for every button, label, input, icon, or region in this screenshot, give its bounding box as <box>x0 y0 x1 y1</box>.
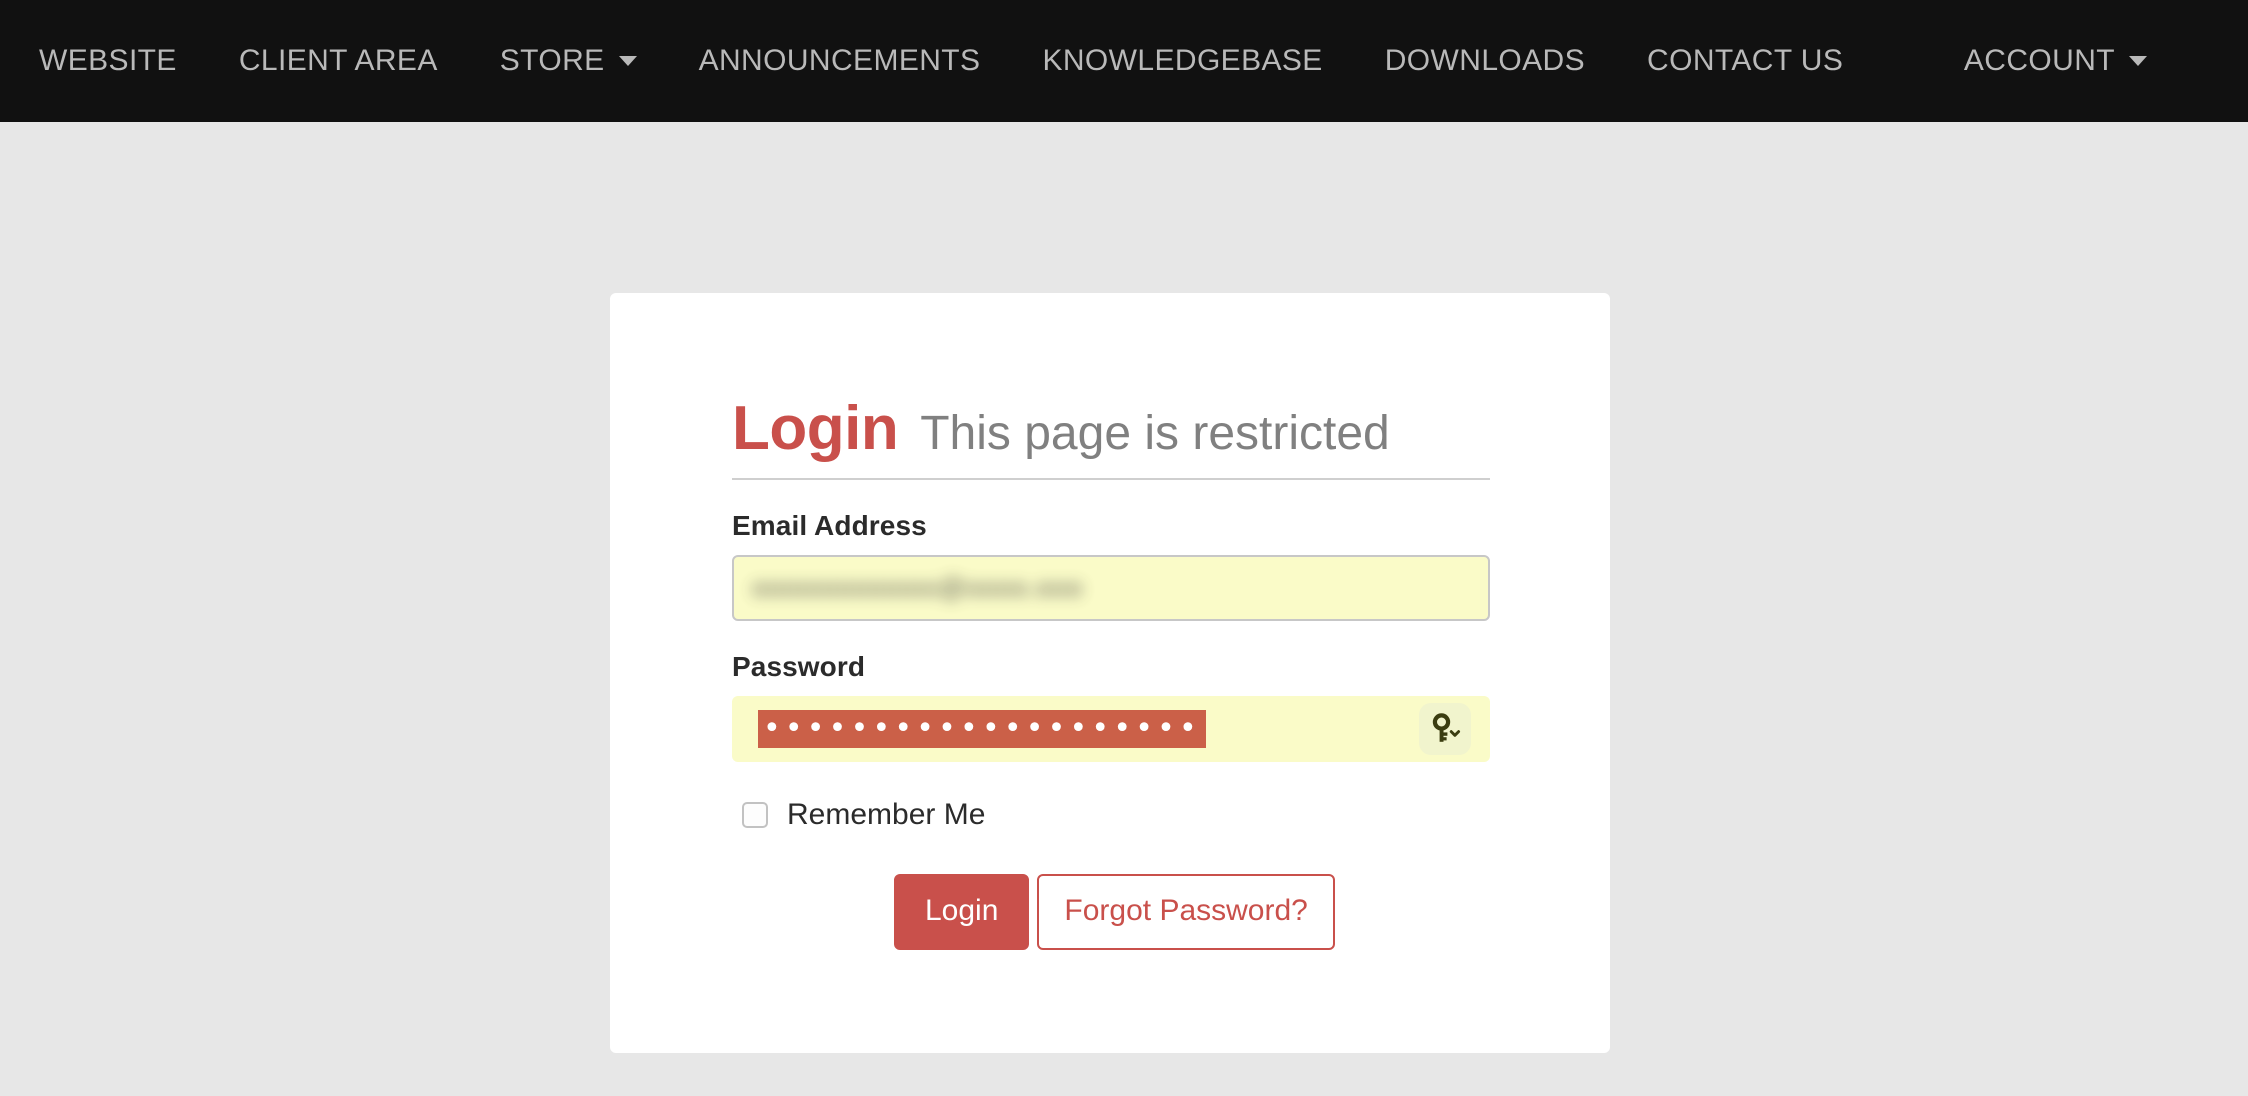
nav-item-store[interactable]: STORE <box>469 0 668 122</box>
top-navigation-bar: WEBSITE CLIENT AREA STORE ANNOUNCEMENTS … <box>0 0 2248 122</box>
nav-item-contact-us[interactable]: CONTACT US <box>1616 0 1874 122</box>
login-card: Login This page is restricted Email Addr… <box>610 293 1610 1053</box>
nav-item-label: WEBSITE <box>39 44 177 77</box>
remember-me-checkbox[interactable] <box>742 802 768 828</box>
remember-me-row: Remember Me <box>732 798 1490 832</box>
chevron-down-icon <box>1449 730 1461 737</box>
nav-item-downloads[interactable]: DOWNLOADS <box>1354 0 1616 122</box>
chevron-down-icon <box>2129 56 2147 66</box>
nav-item-knowledgebase[interactable]: KNOWLEDGEBASE <box>1011 0 1353 122</box>
nav-item-label: DOWNLOADS <box>1384 44 1586 77</box>
password-input-value: •••••••••••••••••••• <box>758 710 1206 748</box>
nav-item-label: ANNOUNCEMENTS <box>698 44 981 77</box>
email-field-label: Email Address <box>732 510 927 541</box>
nav-item-label: ACCOUNT <box>1963 44 2115 77</box>
nav-item-announcements[interactable]: ANNOUNCEMENTS <box>668 0 1012 122</box>
password-field-group: Password •••••••••••••••••••• <box>732 651 1490 762</box>
nav-item-website[interactable]: WEBSITE <box>8 0 208 122</box>
password-input[interactable]: •••••••••••••••••••• <box>732 696 1490 762</box>
page-title-main: Login <box>732 394 899 463</box>
email-input[interactable]: oooooooooooo@oooo.ooo <box>732 555 1490 621</box>
login-card-content: Login This page is restricted Email Addr… <box>732 398 1490 950</box>
nav-item-label: CONTACT US <box>1647 44 1844 77</box>
remember-me-label[interactable]: Remember Me <box>787 798 985 832</box>
password-manager-button[interactable] <box>1419 703 1471 755</box>
nav-secondary-links: ACCOUNT <box>1933 0 2248 122</box>
page-body: Login This page is restricted Email Addr… <box>0 122 2248 1096</box>
login-button[interactable]: Login <box>894 874 1030 950</box>
email-field-group: Email Address oooooooooooo@oooo.ooo <box>732 510 1490 621</box>
forgot-password-button[interactable]: Forgot Password? <box>1037 874 1335 950</box>
nav-item-label: KNOWLEDGEBASE <box>1042 44 1323 77</box>
nav-item-account[interactable]: ACCOUNT <box>1933 0 2178 122</box>
nav-item-label: STORE <box>499 44 605 77</box>
nav-primary-links: WEBSITE CLIENT AREA STORE ANNOUNCEMENTS … <box>0 0 1874 122</box>
chevron-down-icon <box>618 56 637 66</box>
form-actions: Login Forgot Password? <box>732 874 1490 950</box>
password-field-label: Password <box>732 651 866 682</box>
email-input-value: oooooooooooo@oooo.ooo <box>752 572 1083 603</box>
nav-item-label: CLIENT AREA <box>238 44 438 77</box>
page-title: Login This page is restricted <box>732 398 1490 480</box>
nav-item-client-area[interactable]: CLIENT AREA <box>208 0 469 122</box>
page-title-subtitle: This page is restricted <box>920 407 1390 460</box>
key-icon <box>1432 713 1461 742</box>
